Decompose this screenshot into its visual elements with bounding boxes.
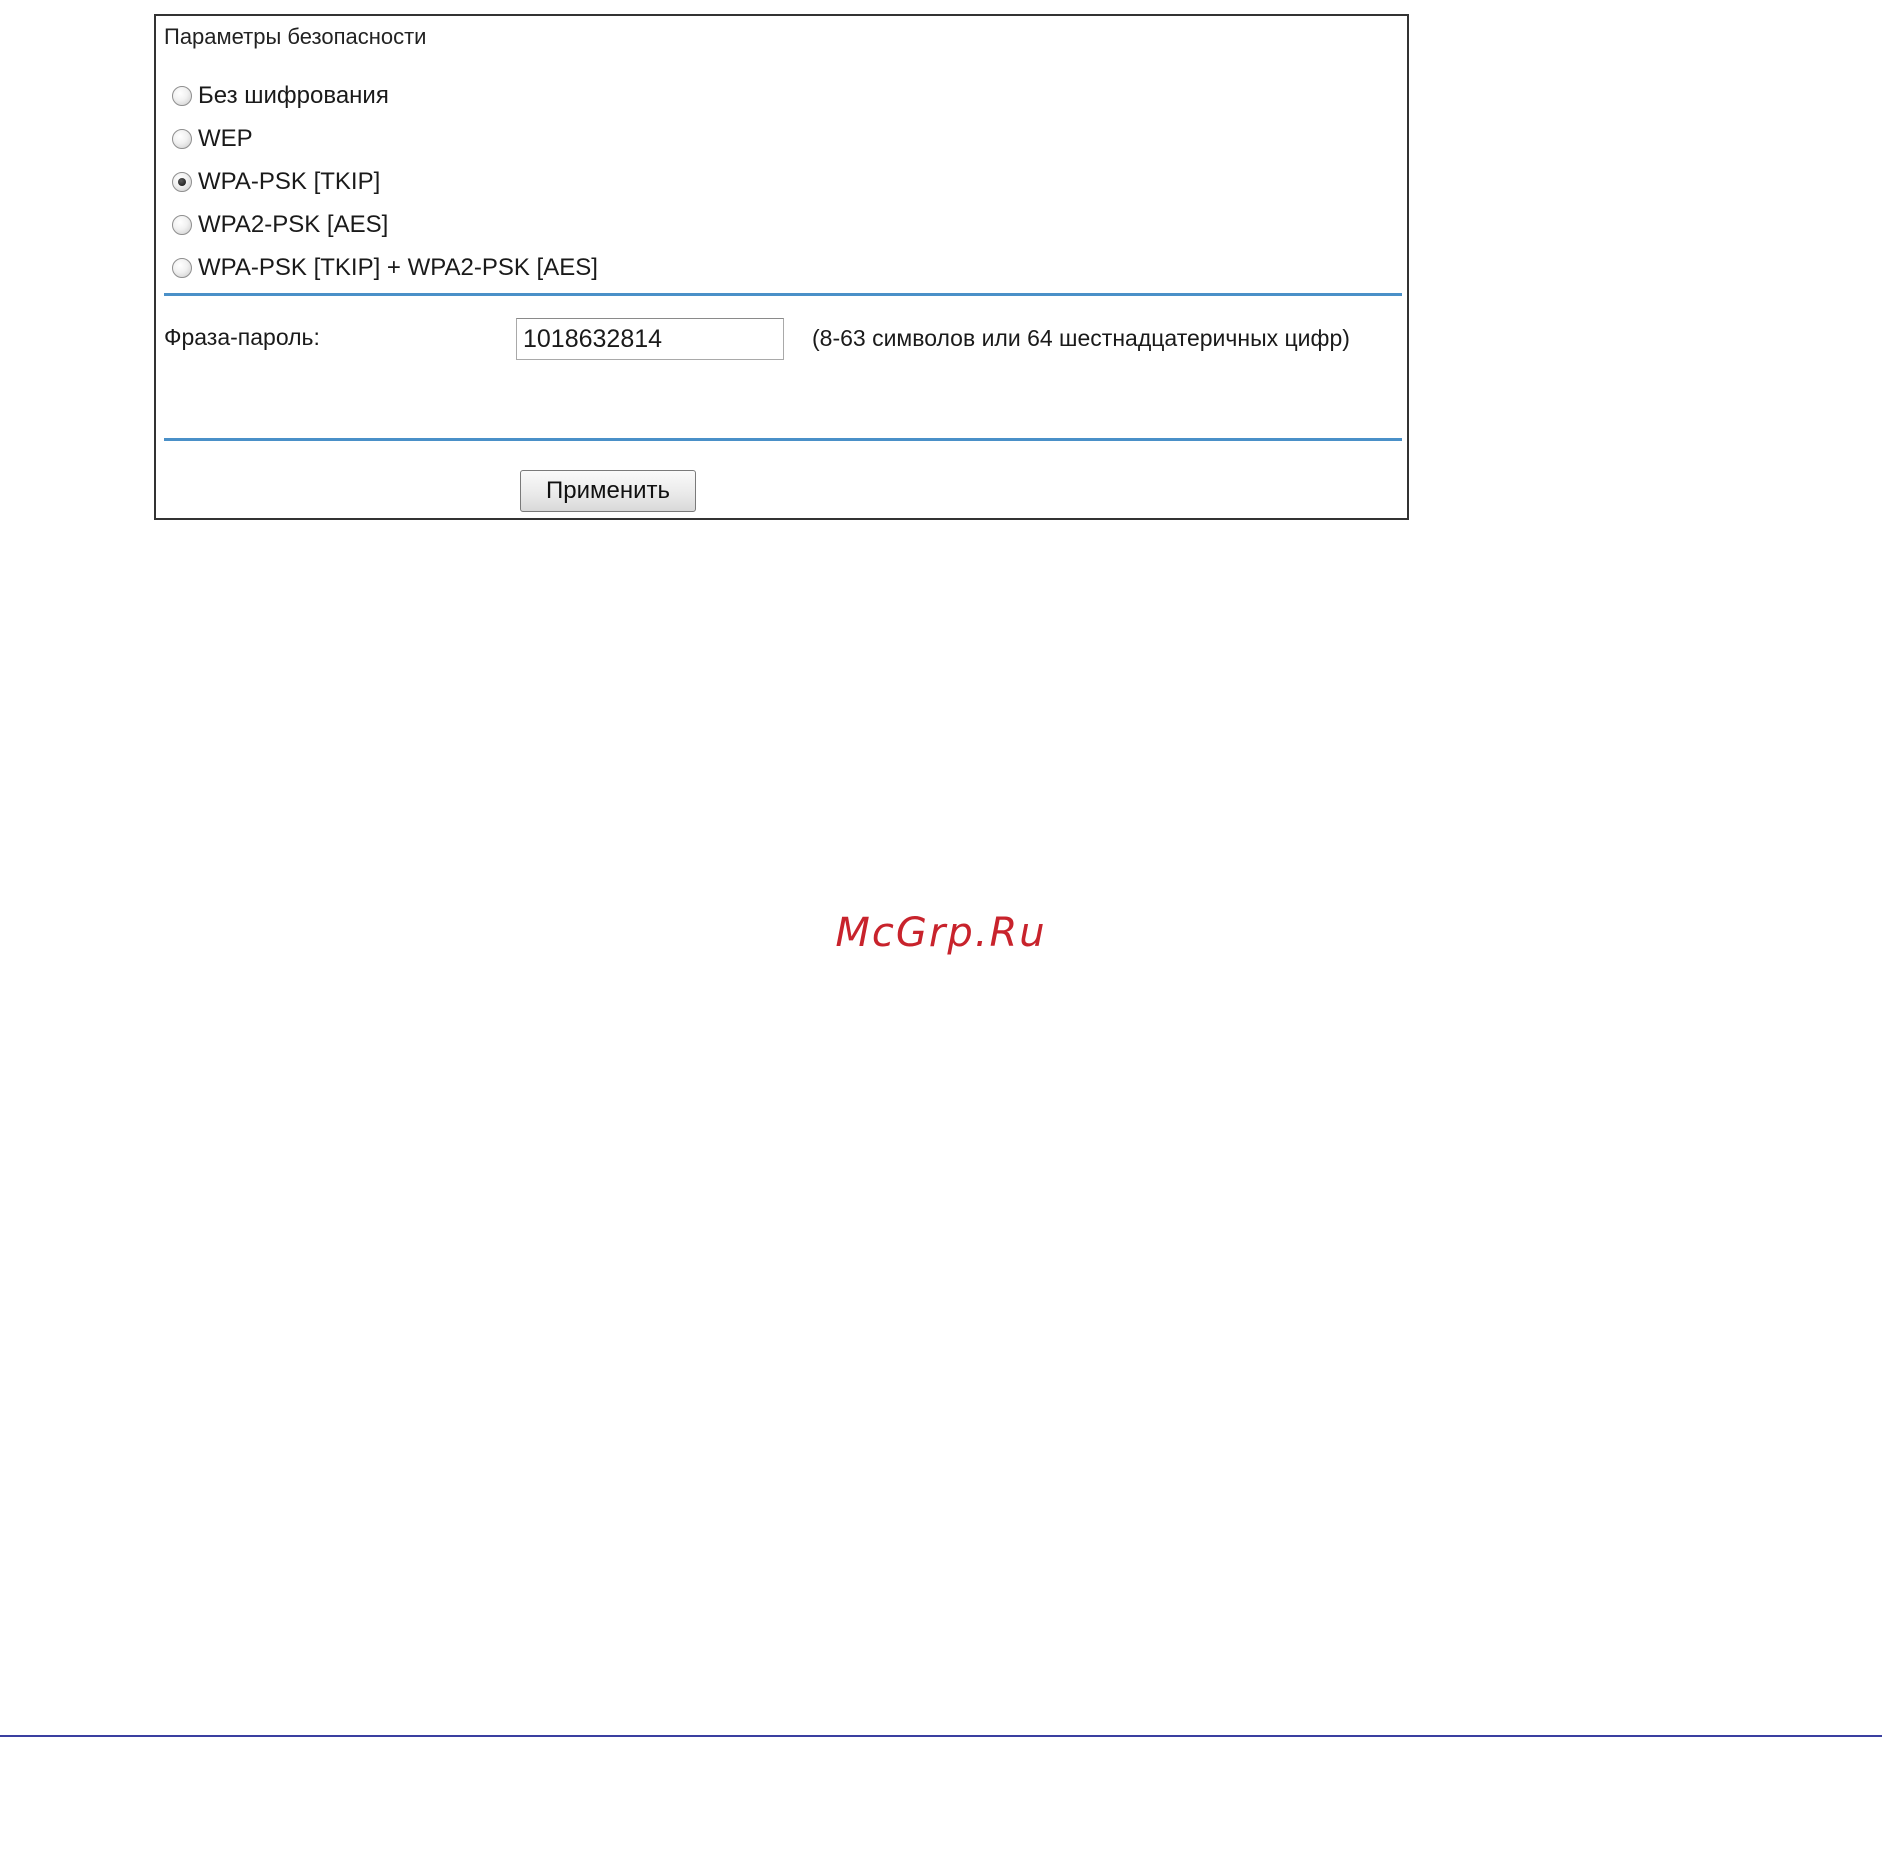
- radio-label: WEP: [198, 125, 253, 152]
- radio-button[interactable]: [172, 215, 192, 235]
- section-divider: [164, 438, 1402, 441]
- security-settings-panel: Параметры безопасности Без шифрования WE…: [154, 14, 1409, 520]
- watermark-text: McGrp.Ru: [835, 910, 1047, 956]
- radio-button[interactable]: [172, 129, 192, 149]
- radio-option-wpa-wpa2-mixed[interactable]: WPA-PSK [TKIP] + WPA2-PSK [AES]: [172, 252, 598, 284]
- radio-button[interactable]: [172, 86, 192, 106]
- radio-label: WPA2-PSK [AES]: [198, 211, 389, 238]
- radio-label: WPA-PSK [TKIP] + WPA2-PSK [AES]: [198, 254, 598, 281]
- radio-option-wpa-psk-tkip[interactable]: WPA-PSK [TKIP]: [172, 166, 380, 198]
- radio-button-selected[interactable]: [172, 172, 192, 192]
- apply-button[interactable]: Применить: [520, 470, 696, 512]
- radio-button[interactable]: [172, 258, 192, 278]
- footer-rule: [0, 1735, 1882, 1737]
- section-divider: [164, 293, 1402, 296]
- radio-option-no-encryption[interactable]: Без шифрования: [172, 80, 389, 112]
- radio-option-wep[interactable]: WEP: [172, 123, 253, 155]
- passphrase-label: Фраза-пароль:: [164, 324, 320, 350]
- passphrase-hint: (8-63 символов или 64 шестнадцатеричных …: [812, 325, 1350, 351]
- passphrase-input[interactable]: [516, 318, 784, 360]
- section-title: Параметры безопасности: [164, 24, 427, 49]
- radio-option-wpa2-psk-aes[interactable]: WPA2-PSK [AES]: [172, 209, 388, 241]
- radio-label: WPA-PSK [TKIP]: [198, 168, 381, 195]
- radio-label: Без шифрования: [198, 82, 389, 109]
